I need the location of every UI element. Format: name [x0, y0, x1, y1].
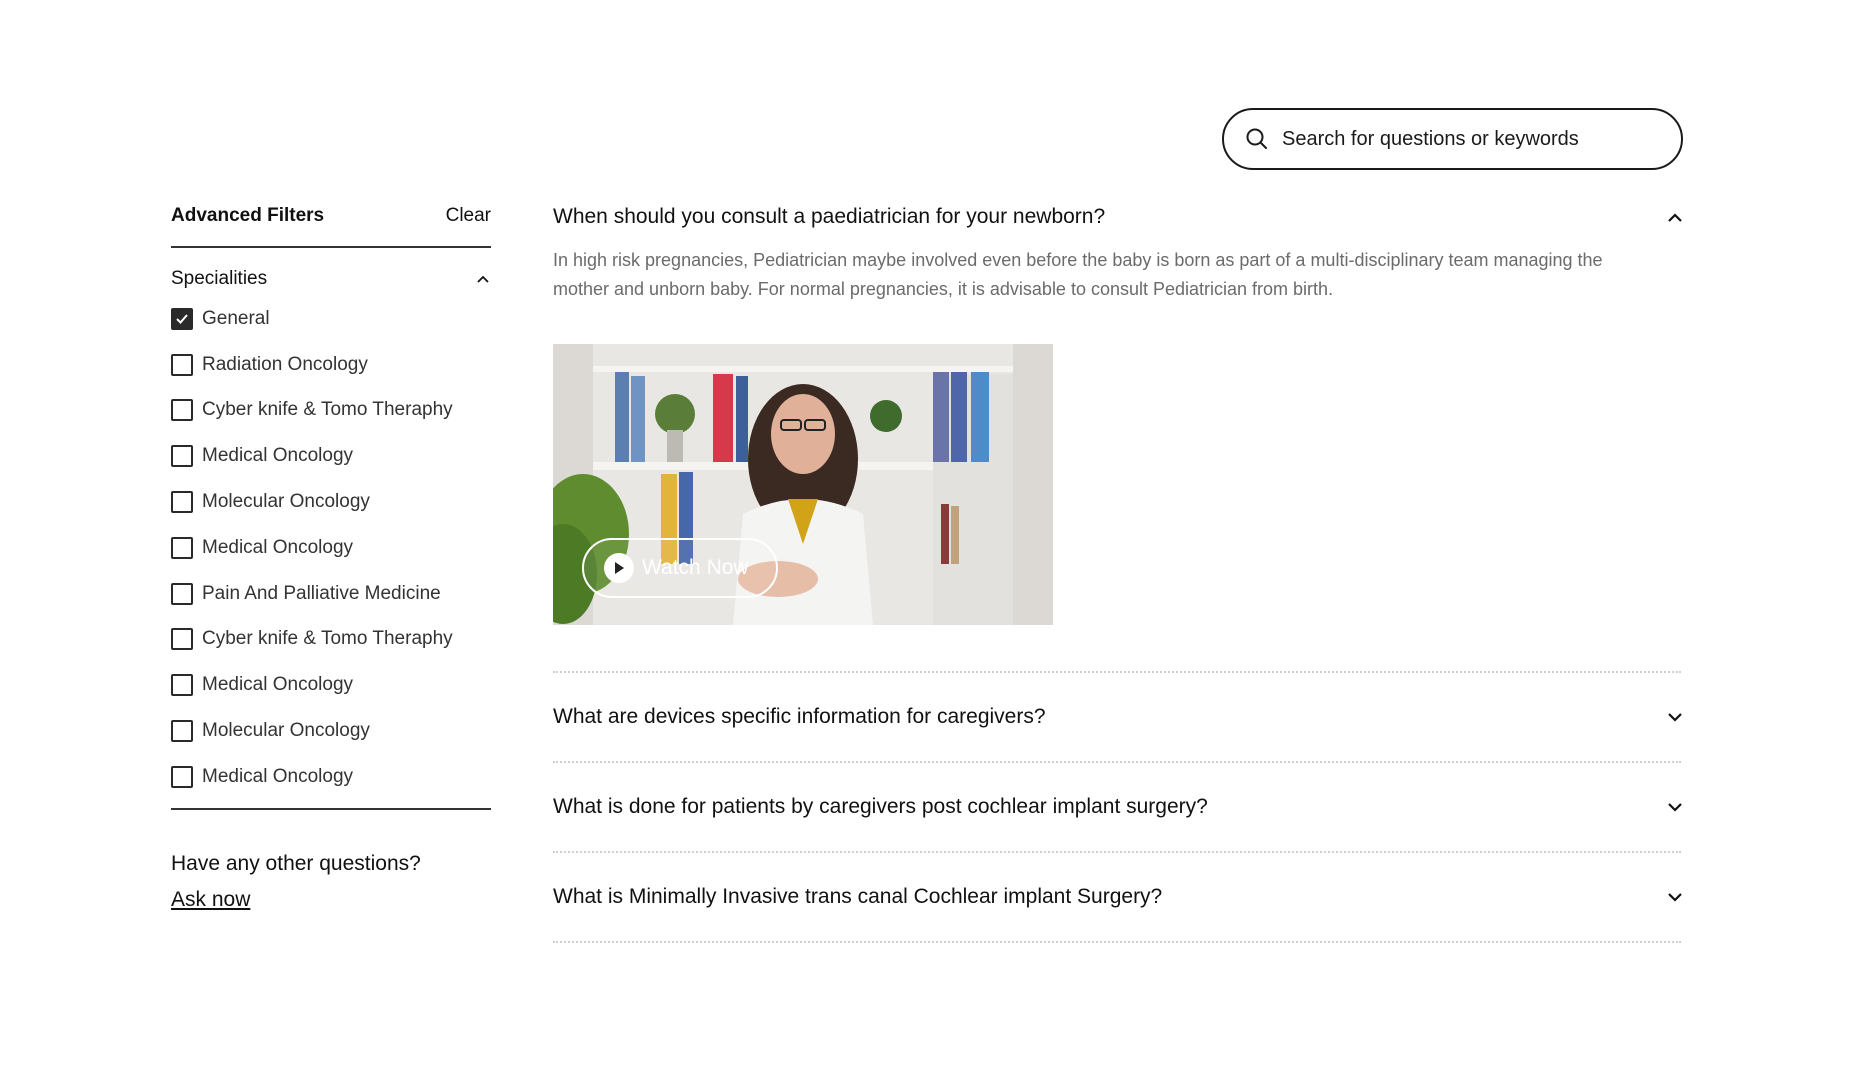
speciality-label: Medical Oncology: [202, 536, 354, 558]
watch-now-button[interactable]: Watch Now: [582, 538, 778, 598]
specialities-title: Specialities: [171, 268, 268, 289]
checkbox[interactable]: [171, 582, 193, 605]
speciality-label: Medical Oncology: [202, 674, 354, 696]
checkbox[interactable]: [171, 491, 193, 514]
speciality-label: Medical Oncology: [202, 765, 354, 787]
speciality-label: Molecular Oncology: [202, 491, 370, 513]
checkbox[interactable]: [171, 536, 193, 559]
faq-item-expanded: When should you consult a paediatrician …: [553, 200, 1683, 625]
speciality-radiation-oncology[interactable]: Radiation Oncology: [171, 342, 491, 388]
speciality-cyber-knife[interactable]: Cyber knife & Tomo Theraphy: [171, 388, 491, 434]
other-questions-text: Have any other questions?: [171, 851, 421, 875]
chevron-up-icon: [475, 271, 491, 287]
ask-now-link[interactable]: Ask now: [171, 888, 250, 912]
filters-title: Advanced Filters: [171, 205, 325, 226]
speciality-label: Radiation Oncology: [202, 353, 368, 375]
chevron-up-icon: [1667, 209, 1683, 225]
search-input[interactable]: [1282, 127, 1662, 151]
faq-answer: In high risk pregnancies, Pediatrician m…: [553, 250, 1603, 299]
faq-question: When should you consult a paediatrician …: [553, 205, 1106, 228]
chevron-down-icon: [1667, 709, 1683, 725]
faq-question: What is Minimally Invasive trans canal C…: [553, 885, 1163, 908]
chevron-down-icon: [1667, 799, 1683, 815]
speciality-medical-oncology[interactable]: Medical Oncology: [171, 662, 491, 708]
clear-filters-button[interactable]: Clear: [446, 205, 491, 227]
speciality-label: Cyber knife & Tomo Theraphy: [202, 628, 453, 650]
speciality-medical-oncology[interactable]: Medical Oncology: [171, 754, 491, 800]
speciality-label: General: [202, 307, 270, 329]
chevron-down-icon: [1667, 889, 1683, 905]
speciality-pain-palliative[interactable]: Pain And Palliative Medicine: [171, 571, 491, 617]
search-icon: [1244, 126, 1270, 152]
search-box[interactable]: [1222, 108, 1683, 170]
divider: [171, 807, 491, 810]
checkbox[interactable]: [171, 720, 193, 743]
speciality-label: Cyber knife & Tomo Theraphy: [202, 399, 453, 421]
faq-question: What is done for patients by caregivers …: [553, 795, 1208, 818]
divider: [171, 246, 491, 248]
divider: [553, 941, 1681, 943]
speciality-medical-oncology[interactable]: Medical Oncology: [171, 433, 491, 479]
video-thumbnail[interactable]: Watch Now: [553, 344, 1053, 625]
faq-question-toggle[interactable]: When should you consult a paediatrician …: [553, 200, 1683, 234]
speciality-label: Molecular Oncology: [202, 720, 370, 742]
checkbox[interactable]: [171, 445, 193, 468]
specialities-list: General Radiation Oncology Cyber knife &…: [171, 296, 491, 800]
speciality-label: Pain And Palliative Medicine: [202, 582, 441, 604]
checkbox[interactable]: [171, 399, 193, 422]
speciality-cyber-knife[interactable]: Cyber knife & Tomo Theraphy: [171, 617, 491, 663]
speciality-general[interactable]: General: [171, 296, 491, 342]
watch-now-label: Watch Now: [642, 556, 749, 579]
checkbox[interactable]: [171, 674, 193, 697]
play-icon: [604, 553, 634, 583]
faq-question-toggle[interactable]: What are devices specific information fo…: [553, 673, 1683, 761]
checkbox-checked[interactable]: [171, 307, 193, 330]
speciality-molecular-oncology[interactable]: Molecular Oncology: [171, 479, 491, 525]
speciality-label: Medical Oncology: [202, 445, 354, 467]
faq-question-toggle[interactable]: What is Minimally Invasive trans canal C…: [553, 853, 1683, 941]
filters-sidebar: Advanced Filters Clear Specialities Gene…: [171, 200, 491, 912]
checkbox[interactable]: [171, 628, 193, 651]
speciality-molecular-oncology[interactable]: Molecular Oncology: [171, 708, 491, 754]
faq-list: When should you consult a paediatrician …: [553, 200, 1683, 943]
filters-header: Advanced Filters Clear: [171, 200, 491, 232]
faq-question: What are devices specific information fo…: [553, 705, 1046, 728]
checkbox[interactable]: [171, 353, 193, 376]
checkbox[interactable]: [171, 765, 193, 788]
speciality-medical-oncology[interactable]: Medical Oncology: [171, 525, 491, 571]
faq-question-toggle[interactable]: What is done for patients by caregivers …: [553, 763, 1683, 851]
specialities-toggle[interactable]: Specialities: [171, 264, 491, 294]
